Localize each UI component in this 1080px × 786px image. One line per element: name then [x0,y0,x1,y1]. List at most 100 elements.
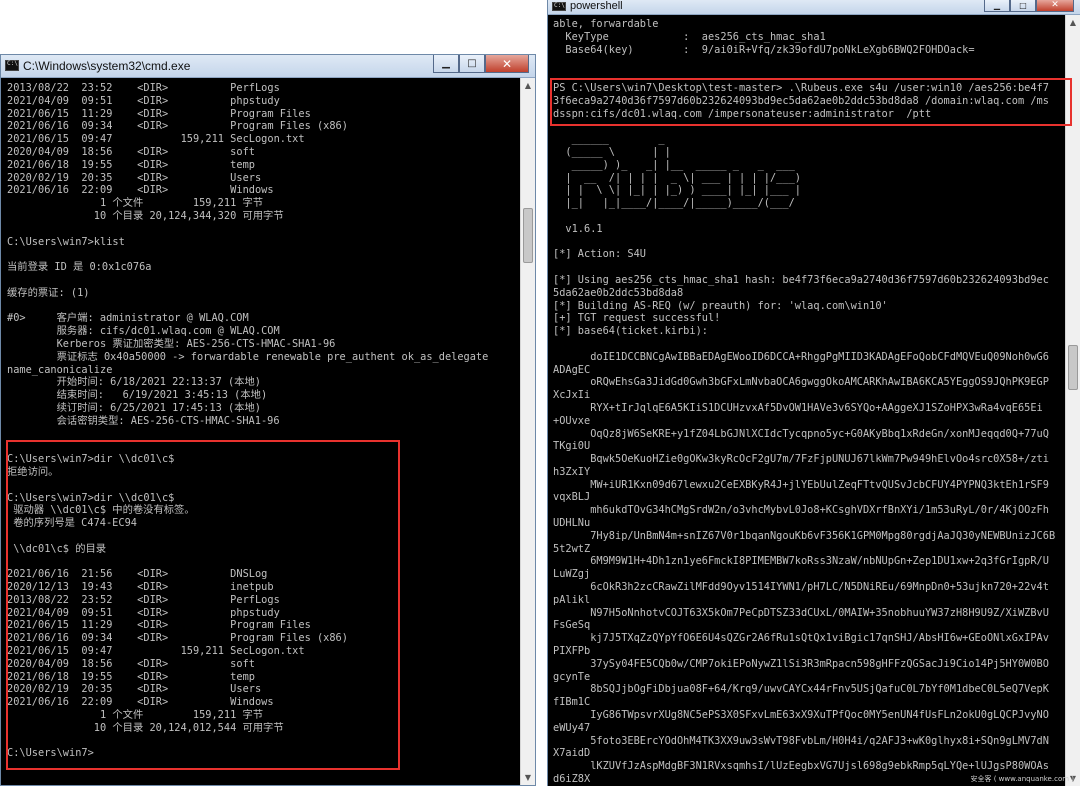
powershell-console-output[interactable]: able, forwardable KeyType : aes256_cts_h… [553,18,1064,786]
console-line: 结束时间: 6/19/2021 3:45:13 (本地) [7,389,268,402]
cmd-console-output[interactable]: 2013/08/22 23:52 <DIR> PerfLogs 2021/04/0… [7,82,519,785]
console-line: lKZUVfJzAspMdgBF3N1RVxsqmhsI/lUzEegbxVG7… [553,760,1049,773]
console-line: ______ _ [553,133,665,146]
console-line: 2021/06/15 11:29 <DIR> Program Files [7,619,311,632]
console-line: RYX+tIrJqlqE6A5KIiS1DCUHzvxAf5DvOW1HAVe3… [553,401,1043,414]
console-line: 驱动器 \\dc01\c$ 中的卷没有标签。 [7,504,195,517]
console-icon [552,2,566,11]
console-line: IyG86TWpsvrXUg8NC5ePS3X0SFxvLmE63xX9XuTP… [553,709,1049,722]
console-line: | __ /| | | | _ \| ___ | | | |/___) [553,171,801,184]
console-line: _____) )_ _| |__ _____ _ _ ___ [553,158,795,171]
scroll-down-arrow-icon[interactable]: ▼ [521,770,535,785]
scroll-thumb[interactable] [523,208,533,263]
console-line: dsspn:cifs/dc01.wlaq.com /impersonateuse… [553,107,932,120]
console-line: XcJxIi [553,389,591,402]
close-button[interactable]: ✕ [1036,0,1074,12]
powershell-titlebar[interactable]: powershell ▁ □ ✕ [548,0,1080,15]
console-line: 卷的序列号是 C474-EC94 [7,517,137,530]
console-line: v1.6.1 [553,222,603,235]
console-line: 2021/06/16 09:34 <DIR> Program Files (x8… [7,120,348,133]
cmd-vertical-scrollbar[interactable]: ▲ ▼ [520,78,535,785]
console-line: +OUvxe [553,414,591,427]
scroll-up-arrow-icon[interactable]: ▲ [1066,15,1080,30]
console-line: 2021/06/16 21:56 <DIR> DNSLog [7,568,268,581]
console-line: LuWZgj [553,568,591,581]
console-line: 2021/04/09 09:51 <DIR> phpstudy [7,94,280,107]
console-line: doIE1DCCBNCgAwIBBaEDAgEWooID6DCCA+RhggPg… [553,350,1049,363]
cmd-window-controls: ▁ □ ✕ [433,55,529,73]
cmd-window[interactable]: C:\Windows\system32\cmd.exe ▁ □ ✕ 2013/0… [0,54,536,786]
minimize-button[interactable]: ▁ [433,55,459,73]
console-line: (_____ \ | | [553,145,671,158]
console-line: 票证标志 0x40a50000 -> forwardable renewable… [7,350,489,363]
console-line: OqQz8jW6SeKRE+y1fZ04LbGJNlXCIdcTycqpno5y… [553,427,1049,440]
console-line: 2020/04/09 18:56 <DIR> soft [7,657,255,670]
console-line: 开始时间: 6/18/2021 22:13:37 (本地) [7,376,261,389]
powershell-window[interactable]: powershell ▁ □ ✕ able, forwardable KeyTy… [547,0,1080,786]
console-line: #0> 客户端: administrator @ WLAQ.COM [7,312,249,325]
console-line: Bqwk5OeKuoHZie0gOKw3kyRcOcF2gU7m/7FzFjpU… [553,453,1049,466]
console-line: 2021/06/16 22:09 <DIR> Windows [7,184,274,197]
console-line: 服务器: cifs/dc01.wlaq.com @ WLAQ.COM [7,325,280,338]
powershell-vertical-scrollbar[interactable]: ▲ ▼ [1065,15,1080,786]
console-line: 2020/04/09 18:56 <DIR> soft [7,145,255,158]
console-line: 2021/06/15 09:47 159,211 SecLogon.txt [7,133,305,146]
scroll-thumb[interactable] [1068,345,1078,390]
console-line: 5da62ae0b2ddc53bd8da8 [553,286,684,299]
cmd-titlebar[interactable]: C:\Windows\system32\cmd.exe ▁ □ ✕ [1,55,535,78]
close-button[interactable]: ✕ [485,55,529,73]
console-line: 3f6eca9a2740d36f7597d60b232624093bd9ec5d… [553,94,1049,107]
console-line: 2021/04/09 09:51 <DIR> phpstudy [7,606,280,619]
console-line: 10 个目录 20,124,012,544 可用字节 [7,721,284,734]
console-line: |_| |_|____/|____/|_____)____/(___/ [553,197,795,210]
console-line: 10 个目录 20,124,344,320 可用字节 [7,209,284,222]
console-line: 当前登录 ID 是 0:0x1c076a [7,261,152,274]
console-line: 6M9M9W1H+4Dh1zn1ye6FmckI8PIMEMBW7koRss3N… [553,555,1049,568]
console-line: 2013/08/22 23:52 <DIR> PerfLogs [7,82,280,94]
console-line: 5foto3EBErcYOdOhM4TK3XX9uw3sWvT98FvbLm/H… [553,734,1049,747]
maximize-button[interactable]: □ [459,55,485,73]
console-line: able, forwardable [553,18,659,30]
minimize-button[interactable]: ▁ [984,0,1010,12]
console-line: 拒绝访问。 [7,465,59,478]
console-line: [*] base64(ticket.kirbi): [553,325,708,338]
console-line: UDHLNu [553,517,591,530]
console-line: 6cOkR3h2zcCRawZilMFdd9Oyv1514IYWN1/pH7LC… [553,581,1049,594]
maximize-button[interactable]: □ [1010,0,1036,12]
console-line: PS C:\Users\win7\Desktop\test-master> .\… [553,81,1049,94]
console-line: eWUy47 [553,721,591,734]
console-line: KeyType : aes256_cts_hmac_sha1 [553,30,826,43]
powershell-window-title: powershell [570,0,623,12]
powershell-window-controls: ▁ □ ✕ [984,0,1074,12]
console-line: | | \ \| |_| | |_) ) ____| |_| |___ | [553,184,801,197]
console-line: vqxBLJ [553,491,591,504]
scroll-up-arrow-icon[interactable]: ▲ [521,78,535,93]
console-line: 2013/08/22 23:52 <DIR> PerfLogs [7,593,280,606]
console-line: [+] TGT request successful! [553,312,721,325]
console-line: 2021/06/16 09:34 <DIR> Program Files (x8… [7,632,348,645]
console-line: Kerberos 票证加密类型: AES-256-CTS-HMAC-SHA1-9… [7,337,336,350]
console-line: mh6ukdTOvG34hCMgSrdW2n/o3vhcMybvL0Jo8+KC… [553,504,1049,517]
console-line: pAlikl [553,593,591,606]
console-line: FsGeSq [553,619,591,632]
console-line: 2021/06/15 11:29 <DIR> Program Files [7,107,311,120]
console-line: TKgi0U [553,440,591,453]
console-line: 会话密钥类型: AES-256-CTS-HMAC-SHA1-96 [7,414,280,427]
console-line: 2021/06/15 09:47 159,211 SecLogon.txt [7,645,305,658]
cmd-window-title: C:\Windows\system32\cmd.exe [23,59,191,73]
console-icon [5,60,19,71]
console-line: 1 个文件 159,211 字节 [7,197,264,210]
console-line: 5t2wtZ [553,542,591,555]
console-line: N97H5oNnhotvCOJT63X5kOm7PeCpDTSZ33dCUxL/… [553,606,1049,619]
console-line: 续订时间: 6/25/2021 17:45:13 (本地) [7,401,261,414]
